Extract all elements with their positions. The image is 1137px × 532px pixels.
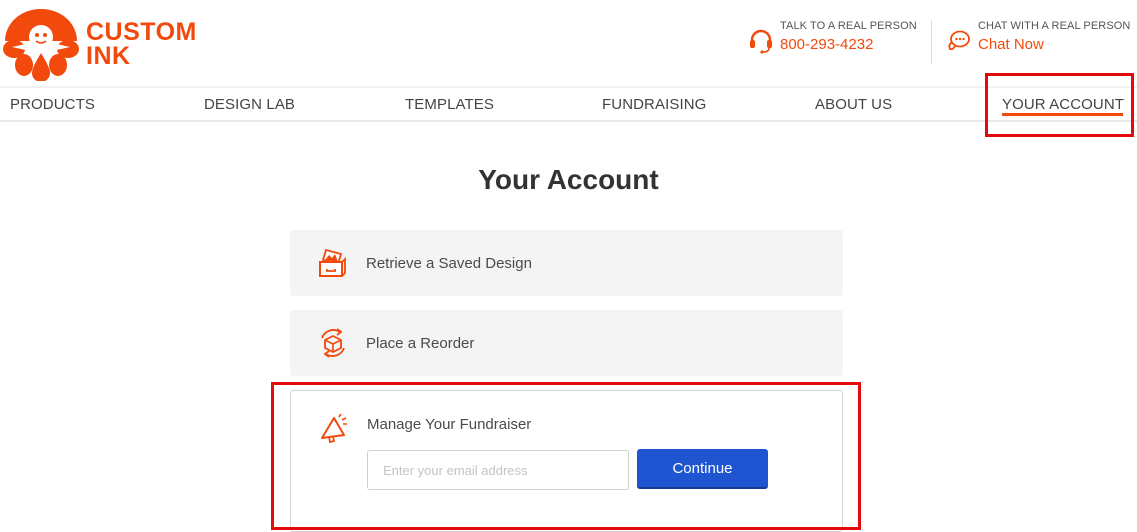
reorder-box-icon xyxy=(321,328,345,358)
octopus-logo-icon xyxy=(3,9,79,81)
talk-to-person[interactable]: TALK TO A REAL PERSON 800-293-4232 xyxy=(748,20,917,54)
brand-name-line2: INK xyxy=(86,42,131,70)
nav-item-about-us[interactable]: ABOUT US xyxy=(815,96,892,113)
talk-caption: TALK TO A REAL PERSON xyxy=(780,20,917,32)
option-label: Place a Reorder xyxy=(366,334,475,352)
chat-bubbles-icon xyxy=(948,30,970,51)
chat-now-link[interactable]: Chat Now xyxy=(978,36,1130,53)
chat-with-person[interactable]: CHAT WITH A REAL PERSON Chat Now xyxy=(946,20,1130,54)
nav-item-design-lab[interactable]: DESIGN LAB xyxy=(204,96,295,113)
option-place-reorder[interactable]: Place a Reorder xyxy=(290,310,843,376)
chat-caption: CHAT WITH A REAL PERSON xyxy=(978,20,1131,32)
brand-name-line1: CUSTOM xyxy=(86,18,197,46)
page-title: Your Account xyxy=(478,164,659,195)
email-input[interactable] xyxy=(367,450,629,490)
megaphone-icon xyxy=(321,413,347,444)
header-divider xyxy=(931,20,932,64)
nav-item-fundraising[interactable]: FUNDRAISING xyxy=(602,96,706,113)
headset-icon xyxy=(750,29,772,54)
nav-item-your-account[interactable]: YOUR ACCOUNT xyxy=(1002,96,1124,113)
saved-design-drawer-icon xyxy=(319,248,346,277)
nav-item-templates[interactable]: TEMPLATES xyxy=(405,96,494,113)
main-nav: PRODUCTS DESIGN LAB TEMPLATES FUNDRAISIN… xyxy=(0,86,1137,122)
continue-button[interactable]: Continue xyxy=(637,449,768,489)
option-label[interactable]: Manage Your Fundraiser xyxy=(367,416,531,433)
option-manage-fundraiser: Manage Your Fundraiser Continue xyxy=(290,390,843,532)
option-label: Retrieve a Saved Design xyxy=(366,254,532,272)
nav-item-products[interactable]: PRODUCTS xyxy=(10,96,95,113)
custom-ink-logo[interactable]: CUSTOM INK xyxy=(2,6,202,82)
active-nav-underline xyxy=(1002,113,1123,116)
phone-number-link[interactable]: 800-293-4232 xyxy=(780,36,917,53)
brand-name: CUSTOM INK xyxy=(86,18,197,70)
option-retrieve-saved-design[interactable]: Retrieve a Saved Design xyxy=(290,230,843,296)
